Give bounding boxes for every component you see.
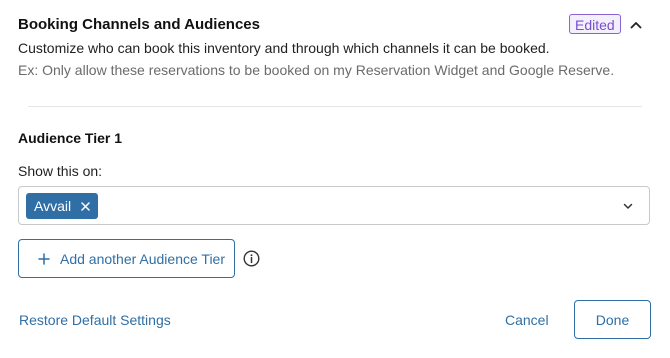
info-icon[interactable]	[243, 250, 260, 267]
chevron-up-icon	[630, 22, 642, 29]
channel-multiselect[interactable]: Avvail	[18, 186, 650, 225]
booking-channels-panel: Booking Channels and Audiences Customize…	[0, 0, 670, 358]
restore-default-settings-link[interactable]: Restore Default Settings	[19, 310, 171, 330]
chip-label: Avvail	[34, 198, 72, 214]
dropdown-toggle[interactable]	[621, 199, 635, 213]
chevron-down-icon	[623, 203, 633, 209]
audience-tier-title: Audience Tier 1	[18, 130, 123, 146]
section-description: Customize who can book this inventory an…	[18, 40, 550, 56]
close-icon	[81, 201, 90, 211]
plus-icon	[38, 252, 50, 265]
cancel-button[interactable]: Cancel	[505, 310, 549, 330]
section-title: Booking Channels and Audiences	[18, 16, 260, 33]
collapse-section-button[interactable]	[627, 16, 645, 34]
section-divider	[28, 106, 642, 107]
add-tier-label: Add another Audience Tier	[60, 250, 226, 267]
done-button[interactable]: Done	[574, 300, 651, 339]
chip-remove-button[interactable]	[81, 201, 90, 211]
edited-badge: Edited	[569, 14, 621, 34]
section-example: Ex: Only allow these reservations to be …	[18, 62, 615, 78]
show-on-label: Show this on:	[18, 163, 103, 179]
add-audience-tier-button[interactable]: Add another Audience Tier	[18, 239, 235, 278]
selected-channel-chip: Avvail	[26, 193, 99, 219]
section-header: Booking Channels and Audiences Customize…	[18, 14, 652, 80]
